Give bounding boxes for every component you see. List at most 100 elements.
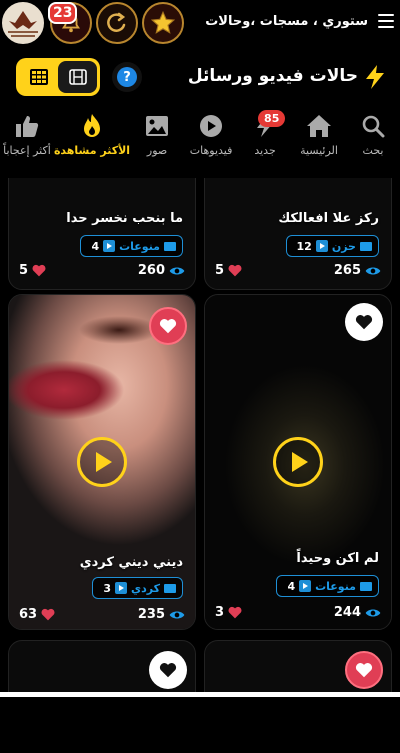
grid-view-button[interactable] <box>19 61 58 93</box>
card-title: ديني ديني كردي <box>79 555 183 570</box>
new-count-badge: 85 <box>258 110 286 127</box>
play-square-icon <box>315 240 328 252</box>
film-icon <box>68 69 87 85</box>
folder-icon <box>164 583 176 593</box>
likes-count: 3 <box>215 605 225 620</box>
tab-label: الرئيسية <box>300 144 338 157</box>
tab-images[interactable]: صور <box>130 112 184 172</box>
eye-icon <box>365 267 381 274</box>
video-card[interactable]: ما بنحب نخسر حدا 4 منوعات 5 260 <box>8 178 196 290</box>
bolt-icon <box>366 65 384 89</box>
bottom-divider <box>0 692 400 697</box>
grid-icon <box>29 69 48 85</box>
image-icon <box>146 116 169 136</box>
tab-most-liked[interactable]: أكثر إعجاباً <box>0 112 54 172</box>
heart-icon <box>41 608 55 621</box>
eye-icon <box>169 611 185 618</box>
card-stats: 3 244 <box>215 605 381 620</box>
views-count: 260 <box>137 263 165 278</box>
card-title: ركز علا افعالكك <box>278 211 379 226</box>
heart-icon <box>159 663 177 678</box>
like-button[interactable] <box>345 651 383 689</box>
eagle-logo-icon <box>8 11 38 37</box>
video-card[interactable] <box>8 640 196 692</box>
thumbs-up-icon <box>15 116 39 137</box>
play-square-icon <box>115 582 128 594</box>
play-square-icon <box>103 240 116 252</box>
tab-label: الأكثر مشاهدة <box>53 144 131 157</box>
video-grid: ركز علا افعالكك 12 حزن 5 265 ما بنحب نخس… <box>0 178 400 692</box>
like-button[interactable] <box>149 307 187 345</box>
tab-label: بحث <box>362 144 384 157</box>
card-title: ما بنحب نخسر حدا <box>66 211 183 226</box>
category-name: منوعات <box>119 239 160 253</box>
tab-home[interactable]: الرئيسية <box>292 112 346 172</box>
help-button[interactable]: ? <box>112 62 142 92</box>
section-header: ? حالات فيديو ورسائل <box>0 56 400 100</box>
video-card[interactable]: لم اكن وحيداً 4 منوعات 3 244 <box>204 294 392 630</box>
views-count: 265 <box>333 263 361 278</box>
video-card[interactable]: ركز علا افعالكك 12 حزن 5 265 <box>204 178 392 290</box>
views-count: 244 <box>333 605 361 620</box>
card-stats: 5 260 <box>19 263 185 278</box>
folder-icon <box>360 241 372 251</box>
help-icon: ? <box>117 67 137 87</box>
notifications-count-badge: 23 <box>48 2 78 24</box>
heart-icon <box>228 264 242 277</box>
like-button[interactable] <box>149 651 187 689</box>
profile-avatar[interactable] <box>2 2 44 44</box>
view-toggle <box>16 58 100 96</box>
category-name: حزن <box>331 239 356 253</box>
video-card[interactable]: ديني ديني كردي 3 كردي 63 235 <box>8 294 196 630</box>
favorites-button[interactable] <box>142 2 184 44</box>
section-title: حالات فيديو ورسائل <box>187 66 358 86</box>
likes-count: 5 <box>19 263 29 278</box>
refresh-button[interactable] <box>96 2 138 44</box>
play-circle-icon <box>200 115 223 137</box>
category-count: 4 <box>91 239 100 253</box>
card-title: لم اكن وحيداً <box>296 551 379 566</box>
fire-icon <box>84 114 100 137</box>
like-button[interactable] <box>345 303 383 341</box>
top-bar: 23 ستوري ، مسجات ،وحالات <box>0 0 400 50</box>
category-pill[interactable]: 4 منوعات <box>80 235 183 257</box>
video-card[interactable] <box>204 640 392 692</box>
home-icon <box>307 115 332 137</box>
tab-most-viewed[interactable]: الأكثر مشاهدة <box>54 112 130 172</box>
category-tabs: بحث الرئيسية 85 جديد فيديوهات صور الأكثر… <box>0 110 400 172</box>
likes-count: 63 <box>19 607 38 622</box>
category-pill[interactable]: 4 منوعات <box>276 575 379 597</box>
play-button[interactable] <box>273 437 323 487</box>
tab-label: أكثر إعجاباً <box>3 144 51 157</box>
heart-icon <box>32 264 46 277</box>
list-view-button[interactable] <box>58 61 97 93</box>
eye-icon <box>169 267 185 274</box>
star-icon <box>150 10 176 34</box>
category-pill[interactable]: 3 كردي <box>92 577 183 599</box>
play-square-icon <box>299 580 312 592</box>
category-count: 12 <box>296 239 312 253</box>
category-name: منوعات <box>315 579 356 593</box>
eye-icon <box>365 609 381 616</box>
heart-icon <box>355 663 373 678</box>
views-count: 235 <box>137 607 165 622</box>
play-button[interactable] <box>77 437 127 487</box>
search-icon <box>362 115 385 138</box>
refresh-icon <box>107 12 126 32</box>
card-stats: 5 265 <box>215 263 381 278</box>
tab-search[interactable]: بحث <box>346 112 400 172</box>
folder-icon <box>164 241 176 251</box>
folder-icon <box>360 581 372 591</box>
tab-videos[interactable]: فيديوهات <box>184 112 238 172</box>
heart-icon <box>228 606 242 619</box>
category-pill[interactable]: 12 حزن <box>285 235 379 257</box>
app-subtitle: ستوري ، مسجات ،وحالات <box>205 14 368 29</box>
tab-label: فيديوهات <box>189 144 233 157</box>
menu-icon[interactable] <box>378 14 394 30</box>
tab-label: جديد <box>254 144 276 157</box>
tab-new[interactable]: 85 جديد <box>238 110 292 172</box>
category-name: كردي <box>131 581 160 595</box>
likes-count: 5 <box>215 263 225 278</box>
tab-label: صور <box>146 144 168 157</box>
heart-icon <box>159 319 177 334</box>
